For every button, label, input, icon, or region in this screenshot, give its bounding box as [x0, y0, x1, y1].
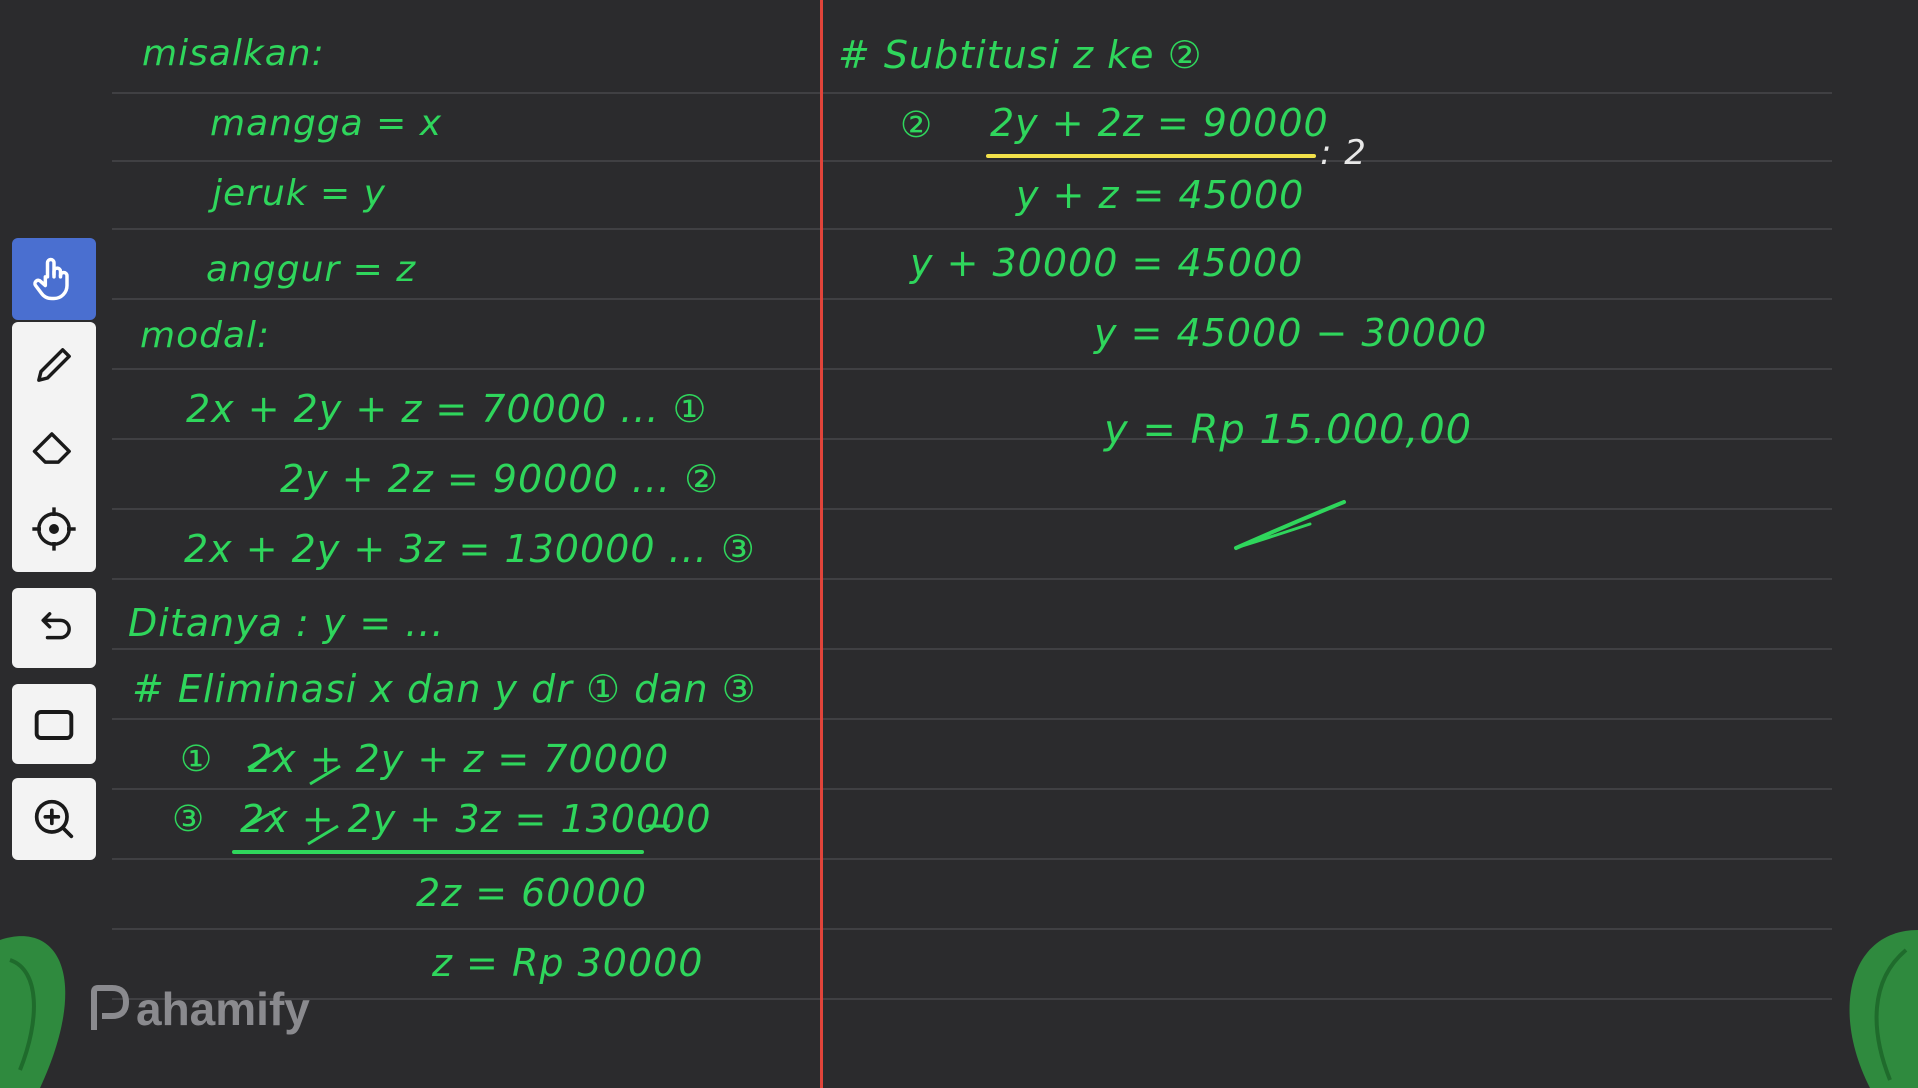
sub-equation-2: y + z = 45000 [1016, 173, 1305, 217]
pahamify-logo: ahamify [88, 983, 310, 1035]
equation-2: 2y + 2z = 90000 ... ② [280, 457, 720, 501]
eraser-tool-button[interactable] [12, 408, 96, 486]
divide-by-2: : 2 [1320, 133, 1367, 173]
eraser-icon [32, 432, 71, 464]
pen-tool-button[interactable] [12, 326, 96, 404]
division-underline [986, 154, 1316, 158]
logo-text: ahamify [136, 983, 310, 1035]
var-jeruk: jeruk = y [212, 173, 386, 214]
elim-num-1: ① [180, 739, 214, 780]
sub-equation-3: y + 30000 = 45000 [910, 241, 1304, 285]
undo-icon [41, 612, 71, 640]
minus-sign: − [642, 803, 675, 847]
strike-marks [243, 746, 341, 846]
elim-num-3: ③ [172, 799, 206, 840]
pahamify-logo-mark-icon [91, 985, 129, 1030]
label-misalkan: misalkan: [142, 33, 325, 74]
equation-3: 2x + 2y + 3z = 130000 ... ③ [184, 527, 756, 571]
result-z: z = Rp 30000 [432, 941, 704, 985]
page-divider [820, 0, 823, 1088]
zoom-in-button[interactable] [12, 780, 96, 858]
var-mangga: mangga = x [210, 103, 443, 144]
undo-button[interactable] [12, 590, 96, 668]
rectangle-icon [34, 710, 74, 740]
laser-pointer-tool-button[interactable] [12, 490, 96, 568]
rectangle-tool-button[interactable] [12, 686, 96, 764]
check-stroke [1234, 500, 1346, 550]
equation-1: 2x + 2y + z = 70000 ... ① [186, 387, 708, 431]
pen-icon [37, 348, 71, 382]
label-modal: modal: [140, 315, 271, 356]
leaf-decoration-right [1849, 930, 1918, 1088]
sub-equation-1: 2y + 2z = 90000 [990, 101, 1329, 145]
var-anggur: anggur = z [206, 249, 417, 290]
final-answer: y = Rp 15.000,00 [1104, 407, 1473, 453]
result-2z: 2z = 60000 [416, 871, 648, 915]
sub-num-2: ② [900, 105, 934, 146]
hand-icon [33, 257, 69, 301]
zoom-in-icon [34, 799, 74, 839]
hand-tool-button[interactable] [12, 238, 96, 320]
label-ditanya: Ditanya : y = ... [128, 601, 445, 645]
label-substitusi: # Subtitusi z ke ② [838, 33, 1203, 77]
sub-equation-4: y = 45000 − 30000 [1094, 311, 1488, 355]
label-eliminasi: # Eliminasi x dan y dr ① dan ③ [132, 667, 757, 711]
laser-pointer-icon [32, 507, 76, 551]
